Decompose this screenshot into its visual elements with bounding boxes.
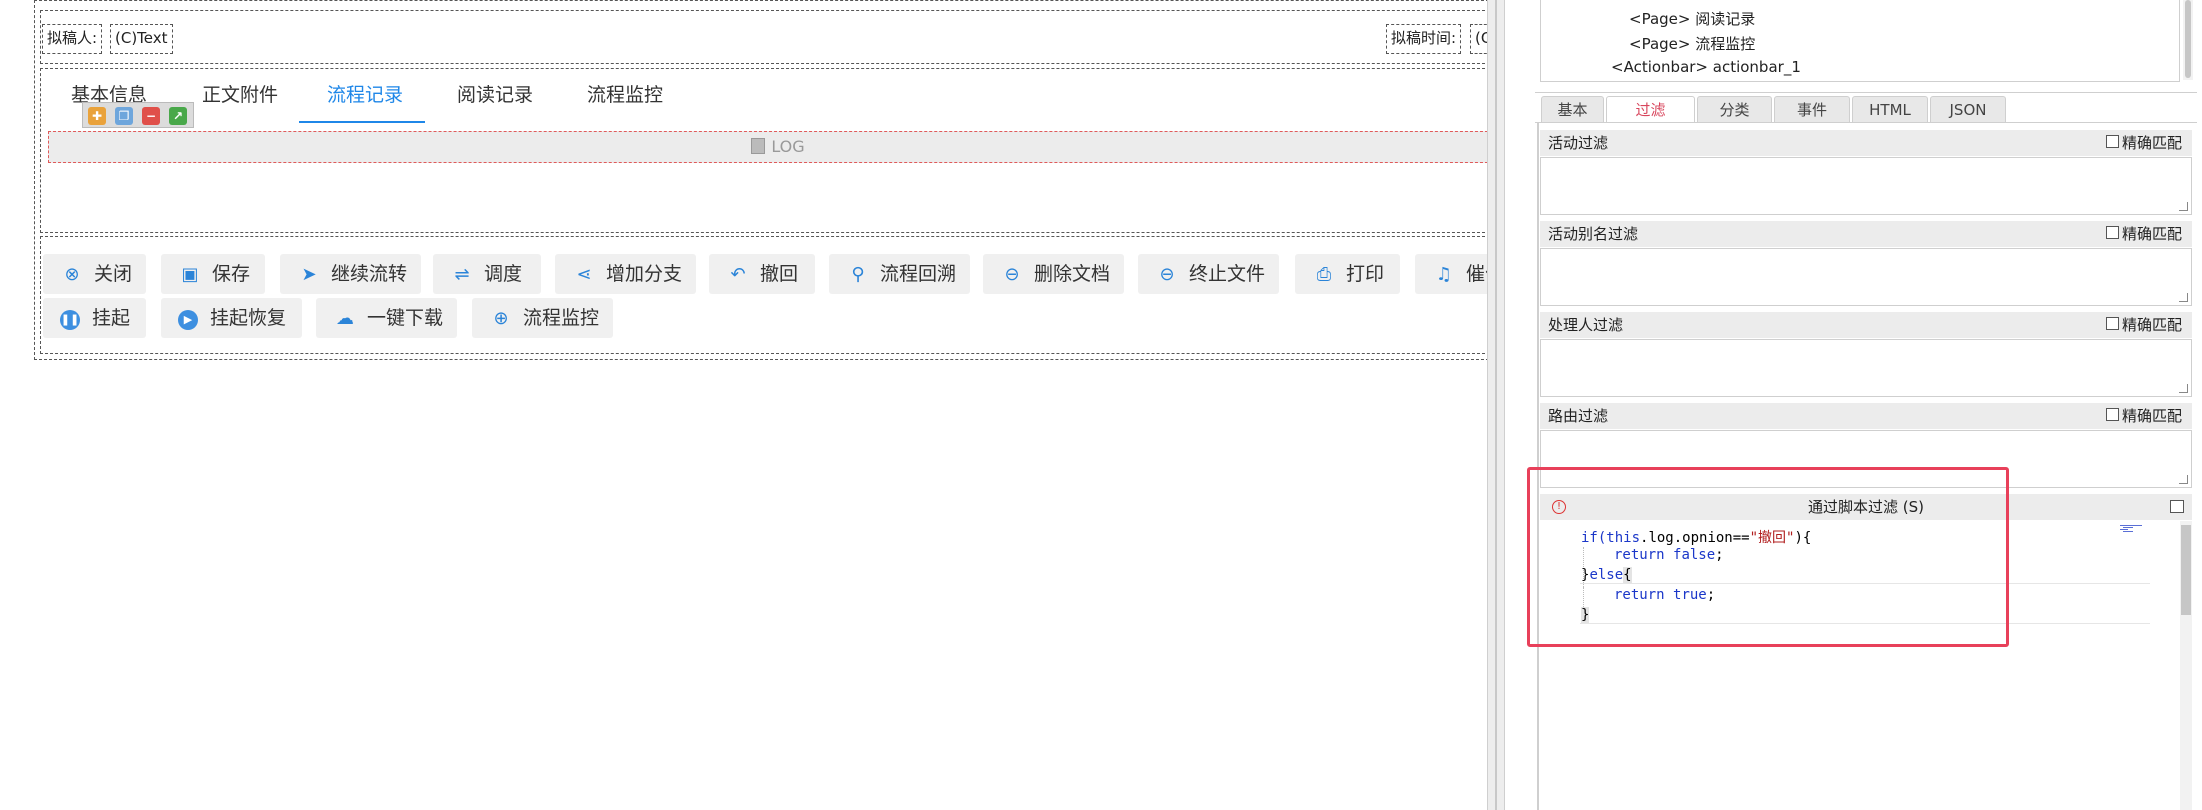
log-icon — [751, 138, 766, 154]
checkbox-icon[interactable] — [2105, 317, 2119, 330]
dispatch-icon: ⇌ — [454, 264, 470, 285]
panel-tab-basic[interactable]: 基本 — [1541, 96, 1604, 122]
continue-flow-button[interactable]: ➤ 继续流转 — [280, 254, 421, 294]
resize-grip-icon[interactable] — [2179, 293, 2188, 302]
minus-circle-icon: ⊖ — [1159, 264, 1175, 285]
draft-time-label: 拟稿时间: — [1386, 24, 1462, 54]
tree-item-read-records[interactable]: <Page> 阅读记录 — [1629, 8, 1755, 29]
tree-item-flow-monitor[interactable]: <Page> 流程监控 — [1629, 33, 1755, 54]
minus-circle-icon: ⊖ — [1004, 264, 1020, 285]
handler-filter-input[interactable] — [1540, 339, 2192, 397]
delete-document-button[interactable]: ⊖ 删除文档 — [983, 254, 1124, 294]
close-button[interactable]: ⊗ 关闭 — [43, 254, 146, 294]
branch-icon: ⋖ — [576, 264, 592, 285]
activity-filter-header: 活动过滤 精确匹配 — [1540, 130, 2192, 156]
highlight-annotation-box — [1527, 467, 2009, 647]
suspend-button[interactable]: ❚❚ 挂起 — [43, 298, 146, 338]
properties-panel: <Page> 阅读记录 <Page> 流程监控 <Actionbar> acti… — [1505, 0, 2202, 810]
handler-filter-header: 处理人过滤 精确匹配 — [1540, 312, 2192, 338]
play-icon: ▶ — [178, 310, 198, 330]
panel-tab-event[interactable]: 事件 — [1774, 96, 1850, 122]
form-designer-canvas[interactable]: 拟稿人: (C)Text 拟稿时间: (C 基本信息 正文附件 流程记录 阅读记… — [0, 0, 1487, 810]
splitter-grip — [1495, 0, 1497, 810]
tab-flow-monitor[interactable]: 流程监控 — [587, 80, 663, 107]
delete-icon[interactable]: − — [142, 107, 160, 125]
resize-grip-icon[interactable] — [2179, 202, 2188, 211]
tab-flow-records[interactable]: 流程记录 — [327, 80, 403, 107]
draft-time-value-field[interactable]: (C — [1470, 24, 1487, 54]
activity-filter-input[interactable] — [1540, 157, 2192, 215]
log-label: LOG — [771, 137, 805, 156]
activity-alias-filter-header: 活动别名过滤 精确匹配 — [1540, 221, 2192, 247]
copy-icon[interactable]: ❐ — [115, 107, 133, 125]
checkbox-icon[interactable] — [2105, 135, 2119, 148]
activity-filter-exact-match[interactable]: 精确匹配 — [2105, 130, 2182, 156]
resume-button[interactable]: ▶ 挂起恢复 — [161, 298, 302, 338]
panel-tabs-top-line — [1535, 92, 2197, 93]
drafter-label: 拟稿人: — [42, 24, 103, 54]
print-button[interactable]: ⎙ 打印 — [1295, 254, 1400, 294]
tree-item-actionbar[interactable]: <Actionbar> actionbar_1 — [1611, 58, 1801, 76]
resize-grip-icon[interactable] — [2179, 384, 2188, 393]
move-icon[interactable]: ✚ — [88, 107, 106, 125]
withdraw-button[interactable]: ↶ 撤回 — [709, 254, 815, 294]
bell-icon: ♫ — [1435, 264, 1453, 285]
handler-filter-exact-match[interactable]: 精确匹配 — [2105, 312, 2182, 338]
trace-back-icon: ⚲ — [851, 264, 865, 285]
handler-filter-title: 处理人过滤 — [1548, 316, 1624, 334]
route-filter-header: 路由过滤 精确匹配 — [1540, 403, 2192, 429]
form-header-row — [40, 10, 1487, 64]
log-component[interactable]: LOG — [48, 131, 1487, 163]
export-icon[interactable]: ↗ — [169, 107, 187, 125]
pause-icon: ❚❚ — [60, 310, 80, 330]
tab-read-records[interactable]: 阅读记录 — [457, 80, 533, 107]
activity-alias-filter-title: 活动别名过滤 — [1548, 225, 1639, 243]
activity-alias-filter-exact-match[interactable]: 精确匹配 — [2105, 221, 2182, 247]
flow-monitor-button[interactable]: ⊕ 流程监控 — [472, 298, 613, 338]
active-tab-indicator — [299, 121, 425, 123]
panel-tab-html[interactable]: HTML — [1852, 96, 1928, 122]
resize-grip-icon[interactable] — [2179, 475, 2188, 484]
panel-tabs-bottom-line — [1535, 122, 2197, 123]
cloud-download-icon: ☁ — [336, 308, 354, 329]
add-branch-button[interactable]: ⋖ 增加分支 — [555, 254, 696, 294]
save-icon: ▣ — [181, 264, 199, 285]
panel-splitter[interactable] — [1487, 0, 1505, 810]
panel-tab-category[interactable]: 分类 — [1697, 96, 1772, 122]
one-click-download-button[interactable]: ☁ 一键下载 — [316, 298, 457, 338]
activity-filter-title: 活动过滤 — [1548, 134, 1609, 152]
checkbox-icon[interactable] — [2105, 408, 2119, 421]
code-editor-scrollbar[interactable] — [2180, 521, 2192, 810]
tab-attachments[interactable]: 正文附件 — [202, 80, 278, 107]
route-filter-title: 路由过滤 — [1548, 407, 1609, 425]
send-icon: ➤ — [301, 264, 317, 285]
urge-button[interactable]: ♫催化 — [1415, 254, 1487, 294]
close-circle-icon: ⊗ — [64, 264, 80, 285]
activity-alias-filter-input[interactable] — [1540, 248, 2192, 306]
maximize-icon[interactable] — [2170, 500, 2184, 513]
print-icon: ⎙ — [1316, 264, 1332, 285]
panel-tab-json[interactable]: JSON — [1930, 96, 2006, 122]
panel-tab-filter[interactable]: 过滤 — [1606, 96, 1695, 122]
checkbox-icon[interactable] — [2105, 226, 2119, 239]
flow-trace-back-button[interactable]: ⚲ 流程回溯 — [829, 254, 970, 294]
drafter-value-field[interactable]: (C)Text — [110, 24, 173, 54]
save-button[interactable]: ▣ 保存 — [161, 254, 265, 294]
dispatch-button[interactable]: ⇌ 调度 — [433, 254, 541, 294]
undo-icon: ↶ — [730, 264, 746, 285]
tree-scrollbar[interactable] — [2183, 0, 2193, 80]
target-icon: ⊕ — [493, 308, 509, 329]
route-filter-exact-match[interactable]: 精确匹配 — [2105, 403, 2182, 429]
element-mini-toolbar: ✚ ❐ − ↗ — [82, 102, 194, 128]
terminate-file-button[interactable]: ⊖ 终止文件 — [1138, 254, 1279, 294]
code-minimap[interactable] — [2120, 525, 2150, 533]
